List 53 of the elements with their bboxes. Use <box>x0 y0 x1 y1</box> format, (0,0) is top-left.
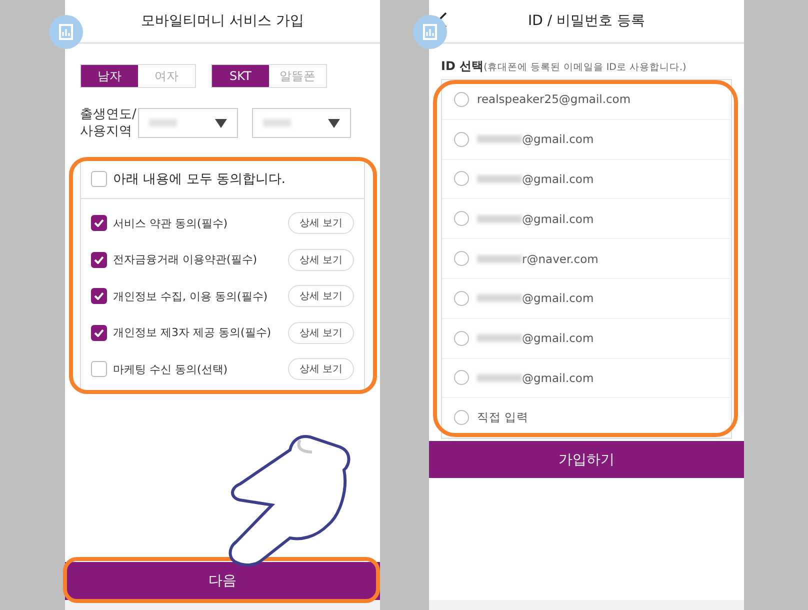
dropdown-arrow-icon <box>214 118 227 128</box>
dropdown-arrow-icon <box>328 118 340 128</box>
check-icon <box>94 219 104 228</box>
screen-title: ID / 비밀번호 등록 <box>528 12 645 30</box>
email-option: 직접 입력 <box>477 410 529 426</box>
submit-button[interactable]: 가입하기 <box>429 441 744 478</box>
checkbox[interactable] <box>91 324 107 341</box>
details-button[interactable]: 상세 보기 <box>288 248 354 271</box>
floating-app-icon[interactable] <box>49 15 83 49</box>
radio-button[interactable] <box>454 171 469 186</box>
radio-button[interactable] <box>454 290 469 306</box>
id-select-label: ID 선택(휴대폰에 등록된 이메일을 ID로 사용합니다.) <box>440 58 688 75</box>
agreement-label: 마케팅 수신 동의(선택) <box>113 362 229 377</box>
email-option: @gmail.com <box>522 291 594 306</box>
email-option: @gmail.com <box>522 172 594 186</box>
email-option: @gmail.com <box>522 370 594 385</box>
radio-button[interactable] <box>454 92 469 107</box>
radio-button[interactable] <box>454 410 469 426</box>
field-label: 출생연도/ <box>80 106 138 123</box>
details-button[interactable]: 상세 보기 <box>288 285 354 308</box>
gender-toggle[interactable]: 남자 <box>81 65 138 87</box>
checkbox[interactable] <box>91 361 107 378</box>
details-button[interactable]: 상세 보기 <box>288 322 354 344</box>
agreement-label: 전자금융거래 이용약관(필수) <box>113 252 258 268</box>
checkbox[interactable] <box>91 215 107 232</box>
email-option: r@naver.com <box>522 252 598 266</box>
email-option: @gmail.com <box>522 212 594 226</box>
email-option: @gmail.com <box>522 132 594 146</box>
agree-all-label: 아래 내용에 모두 동의합니다. <box>113 171 286 188</box>
checkbox[interactable] <box>91 288 107 304</box>
email-option: realspeaker25@gmail.com <box>477 92 631 106</box>
agreement-label: 개인정보 수집, 이용 동의(필수) <box>113 288 269 304</box>
next-button[interactable]: 다음 <box>65 562 380 600</box>
check-icon <box>94 328 104 337</box>
dropdown-select[interactable] <box>252 108 351 138</box>
checkbox[interactable] <box>91 252 107 268</box>
agreement-label: 서비스 약관 동의(필수) <box>113 216 229 231</box>
radio-button[interactable] <box>454 370 469 386</box>
checkbox[interactable] <box>91 171 107 187</box>
details-button[interactable]: 상세 보기 <box>288 212 354 234</box>
carrier-toggle[interactable]: SKT <box>212 65 269 87</box>
check-icon <box>94 256 104 264</box>
radio-button[interactable] <box>454 211 469 226</box>
radio-button[interactable] <box>454 251 469 266</box>
radio-button[interactable] <box>454 132 469 147</box>
field-label: 사용지역 <box>80 123 133 140</box>
check-icon <box>94 292 104 300</box>
dropdown-select[interactable] <box>138 108 238 138</box>
screen-title: 모바일티머니 서비스 가입 <box>141 12 304 30</box>
agreement-label: 개인정보 제3자 제공 동의(필수) <box>113 325 272 340</box>
radio-button[interactable] <box>454 330 469 346</box>
details-button[interactable]: 상세 보기 <box>288 358 354 380</box>
email-option: @gmail.com <box>522 331 594 346</box>
